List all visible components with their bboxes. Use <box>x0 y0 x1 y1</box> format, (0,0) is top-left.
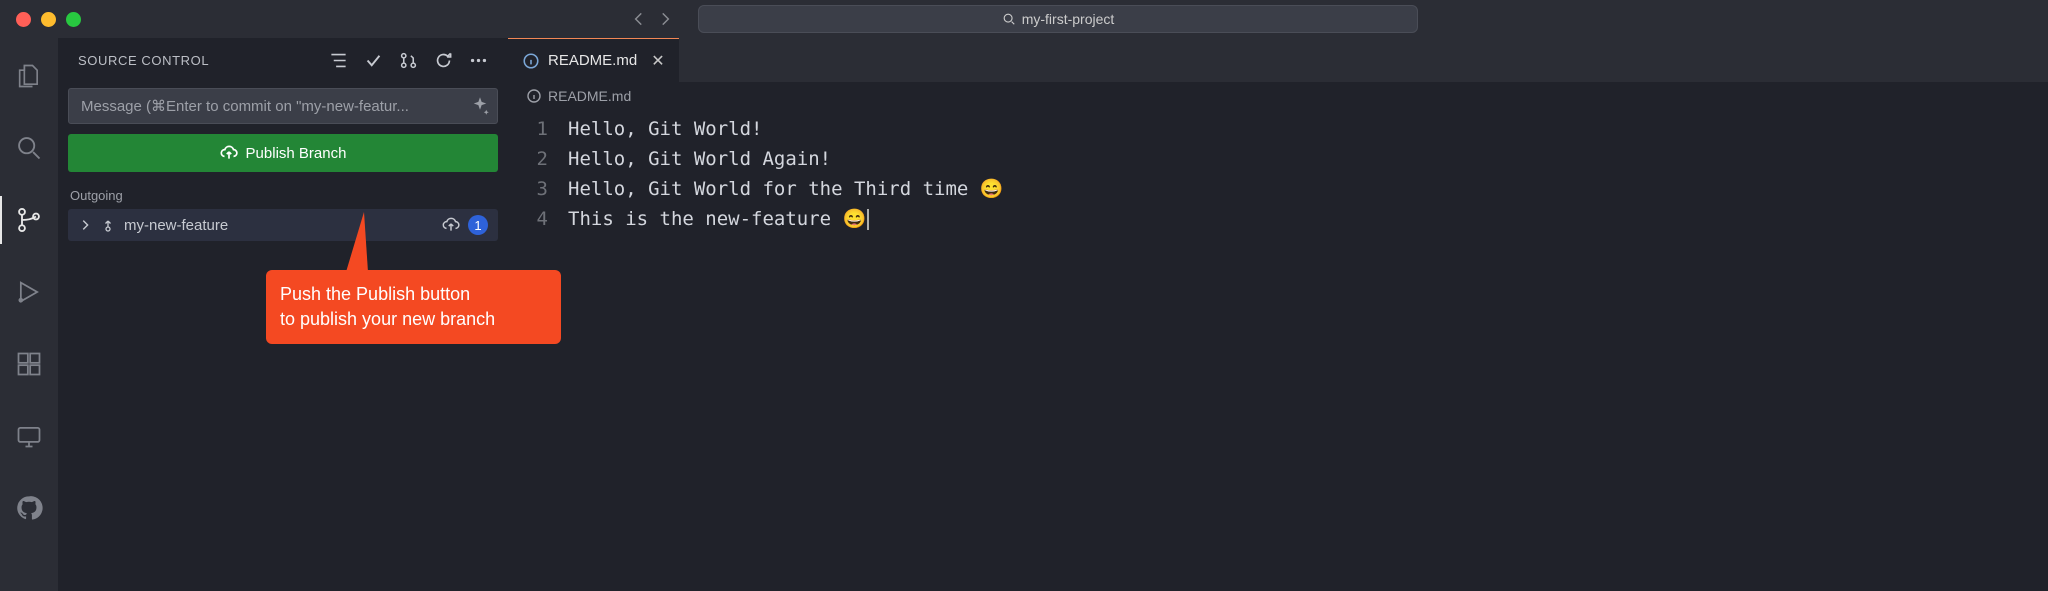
cloud-publish-icon[interactable] <box>442 216 460 234</box>
code-line: Hello, Git World! <box>568 114 2048 144</box>
window-close-button[interactable] <box>16 12 31 27</box>
activity-search[interactable] <box>0 124 58 172</box>
more-actions-button[interactable] <box>469 51 488 70</box>
text-cursor <box>867 209 869 230</box>
info-file-icon <box>526 88 542 104</box>
create-pr-button[interactable] <box>399 51 418 70</box>
activity-run-debug[interactable] <box>0 268 58 316</box>
tab-close-button[interactable]: ✕ <box>645 51 664 71</box>
activity-remote[interactable] <box>0 412 58 460</box>
activity-source-control[interactable] <box>0 196 58 244</box>
code-lines: Hello, Git World! Hello, Git World Again… <box>568 114 2048 591</box>
code-line: This is the new-feature 😄 <box>568 204 2048 234</box>
editor-area: README.md ✕ README.md 1 2 3 4 Hello, Git… <box>508 38 2048 591</box>
publish-branch-label: Publish Branch <box>246 145 347 162</box>
branch-name: my-new-feature <box>124 217 228 234</box>
remote-explorer-icon <box>15 422 43 450</box>
annotation-callout: Push the Publish button to publish your … <box>266 270 561 344</box>
breadcrumb[interactable]: README.md <box>508 82 2048 110</box>
info-file-icon <box>522 52 540 70</box>
nav-arrows <box>630 10 674 28</box>
outgoing-section-label: Outgoing <box>58 182 508 209</box>
activity-extensions[interactable] <box>0 340 58 388</box>
line-number: 4 <box>508 204 548 234</box>
outgoing-count-badge: 1 <box>468 215 488 235</box>
callout-line: Push the Publish button <box>280 282 547 307</box>
traffic-lights <box>16 12 81 27</box>
activity-explorer[interactable] <box>0 52 58 100</box>
activity-github[interactable] <box>0 484 58 532</box>
branch-upload-icon <box>100 217 116 233</box>
commit-button[interactable] <box>364 51 383 70</box>
panel-actions <box>329 51 488 70</box>
search-text: my-first-project <box>1022 11 1115 27</box>
commit-message-input[interactable] <box>68 88 498 124</box>
nav-forward-button[interactable] <box>656 10 674 28</box>
cloud-upload-icon <box>220 144 238 162</box>
nav-back-button[interactable] <box>630 10 648 28</box>
code-line: Hello, Git World for the Third time 😄 <box>568 174 2048 204</box>
line-number-gutter: 1 2 3 4 <box>508 114 568 591</box>
titlebar: my-first-project <box>0 0 2048 38</box>
publish-branch-button[interactable]: Publish Branch <box>68 134 498 172</box>
line-number: 1 <box>508 114 548 144</box>
outgoing-branch-row[interactable]: my-new-feature 1 <box>68 209 498 241</box>
editor-tab-readme[interactable]: README.md ✕ <box>508 38 679 82</box>
sparkle-icon <box>470 96 490 116</box>
search-icon <box>15 134 43 162</box>
source-control-panel: SOURCE CONTROL Publish Branch <box>58 38 508 591</box>
code-line: Hello, Git World Again! <box>568 144 2048 174</box>
editor-tab-label: README.md <box>548 52 637 69</box>
github-icon <box>15 494 43 522</box>
files-icon <box>15 62 43 90</box>
extensions-icon <box>15 350 43 378</box>
editor-tabs: README.md ✕ <box>508 38 2048 82</box>
panel-header: SOURCE CONTROL <box>58 38 508 82</box>
callout-line: to publish your new branch <box>280 307 547 332</box>
panel-title: SOURCE CONTROL <box>78 53 209 68</box>
window-maximize-button[interactable] <box>66 12 81 27</box>
chevron-right-icon <box>78 218 92 232</box>
activity-bar <box>0 38 58 591</box>
view-as-tree-button[interactable] <box>329 51 348 70</box>
refresh-button[interactable] <box>434 51 453 70</box>
run-debug-icon <box>15 278 43 306</box>
generate-commit-message-button[interactable] <box>470 96 490 116</box>
code-area[interactable]: 1 2 3 4 Hello, Git World! Hello, Git Wor… <box>508 110 2048 591</box>
breadcrumb-label: README.md <box>548 88 631 104</box>
commit-input-row <box>68 88 498 124</box>
window-minimize-button[interactable] <box>41 12 56 27</box>
search-icon <box>1002 12 1016 26</box>
source-control-icon <box>15 206 43 234</box>
line-number: 3 <box>508 174 548 204</box>
line-number: 2 <box>508 144 548 174</box>
command-center-search[interactable]: my-first-project <box>698 5 1418 33</box>
